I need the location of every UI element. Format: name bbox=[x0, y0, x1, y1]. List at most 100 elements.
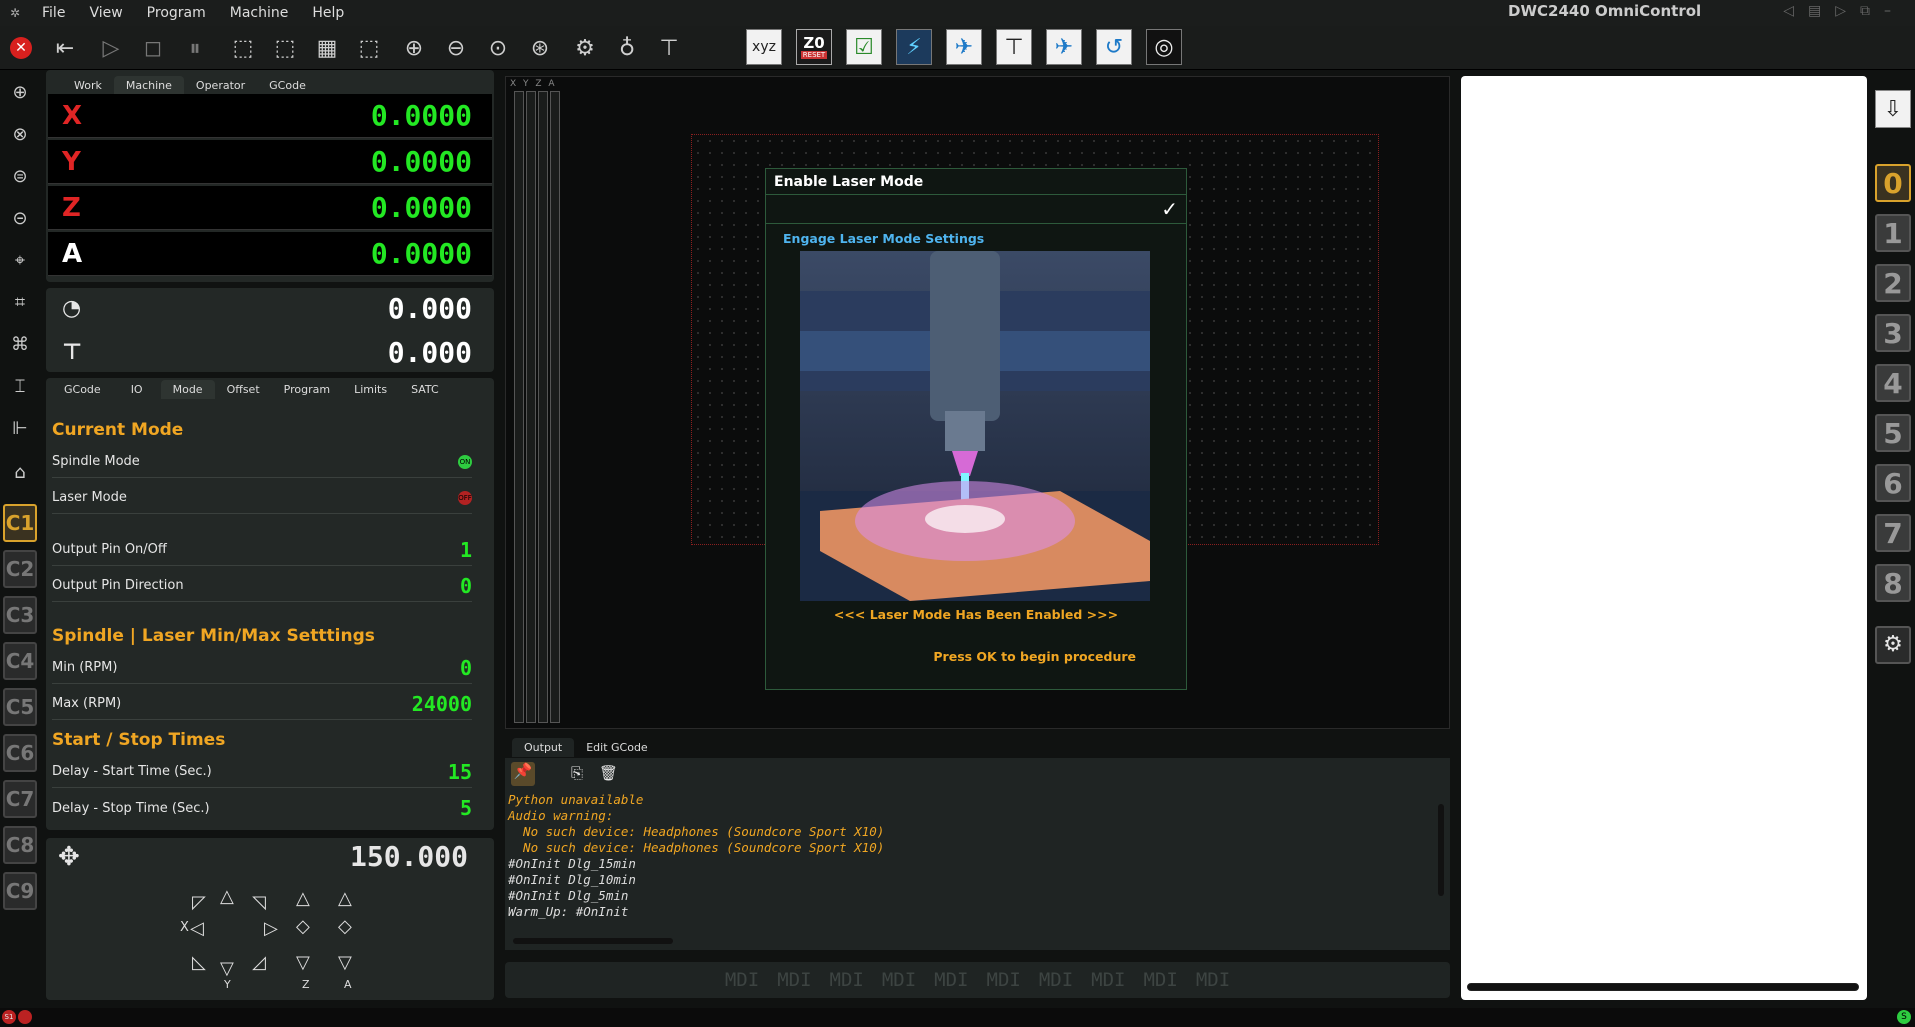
jog-z-diamond-button[interactable]: ◇ bbox=[296, 916, 310, 937]
tab-output[interactable]: Output bbox=[512, 738, 575, 757]
tab-satc[interactable]: SATC bbox=[399, 380, 451, 399]
goto-xy-button[interactable]: ⊗ bbox=[3, 116, 37, 152]
probe-xy-button[interactable]: ⌗ bbox=[3, 284, 37, 320]
custom-button-c8[interactable]: C8 bbox=[3, 826, 37, 864]
slot-button-7[interactable]: 7 bbox=[1875, 514, 1911, 552]
jog-step-value[interactable]: 150.000 bbox=[350, 840, 468, 873]
z0-reset-button[interactable]: Z0 RESET bbox=[796, 29, 832, 65]
pin-dir-value[interactable]: 0 bbox=[460, 574, 472, 598]
zoom-extents-button[interactable]: ⊛ bbox=[523, 31, 557, 65]
custom-button-c2[interactable]: C2 bbox=[3, 550, 37, 588]
back-icon[interactable]: ◁ bbox=[1783, 3, 1794, 19]
pin-onoff-value[interactable]: 1 bbox=[460, 538, 472, 562]
view-side-button[interactable]: ⬚ bbox=[352, 31, 386, 65]
g28-button[interactable]: ⊜ bbox=[3, 158, 37, 194]
slot-button-1[interactable]: 1 bbox=[1875, 214, 1911, 252]
view-top-button[interactable]: ▦ bbox=[310, 31, 344, 65]
custom-button-c7[interactable]: C7 bbox=[3, 780, 37, 818]
tab-machine[interactable]: Machine bbox=[113, 76, 184, 95]
slot-button-0[interactable]: 0 bbox=[1875, 164, 1911, 202]
load-button[interactable]: ⇩ bbox=[1875, 90, 1911, 128]
spindle-mode-led[interactable]: ON bbox=[458, 454, 472, 469]
custom-button-c3[interactable]: C3 bbox=[3, 596, 37, 634]
custom-button-c5[interactable]: C5 bbox=[3, 688, 37, 726]
jog-xy-ll-button[interactable]: ◺ bbox=[192, 952, 206, 973]
pin-button[interactable]: 📌 bbox=[511, 762, 535, 786]
axis-z-value[interactable]: 0.0000 bbox=[98, 191, 492, 224]
check-button[interactable]: ☑ bbox=[846, 29, 882, 65]
clear-button[interactable]: 🗑 bbox=[599, 764, 618, 782]
jog-y-plus-button[interactable]: △ bbox=[220, 886, 234, 907]
cycle-start-button[interactable]: ▷ bbox=[94, 31, 128, 65]
jog-xy-ul-button[interactable]: ◸ bbox=[192, 892, 206, 913]
zero-xyz-button[interactable]: xyz bbox=[746, 29, 782, 65]
tab-limits[interactable]: Limits bbox=[342, 380, 399, 399]
origin-button[interactable]: ⊕ bbox=[3, 74, 37, 110]
axis-x-value[interactable]: 0.0000 bbox=[98, 99, 492, 132]
tool-measure-button[interactable]: ⊩ bbox=[3, 410, 37, 446]
view-iso-button[interactable]: ⬚ bbox=[226, 31, 260, 65]
tab-offset[interactable]: Offset bbox=[215, 380, 272, 399]
reset-button[interactable]: ↺ bbox=[1096, 29, 1132, 65]
forward-icon[interactable]: ▷ bbox=[1835, 3, 1846, 19]
preview-scrollbar[interactable] bbox=[1467, 983, 1859, 991]
zoom-in-button[interactable]: ⊕ bbox=[397, 31, 431, 65]
jog-xy-ur-button[interactable]: ◹ bbox=[252, 892, 266, 913]
tab-program[interactable]: Program bbox=[272, 380, 342, 399]
jog-x-plus-button[interactable]: ▷ bbox=[264, 918, 278, 939]
menu-view[interactable]: View bbox=[77, 5, 134, 21]
probe-a-button[interactable]: ⌖ bbox=[3, 242, 37, 278]
menu-file[interactable]: File bbox=[30, 5, 77, 21]
tab-gcode[interactable]: GCode bbox=[257, 76, 318, 95]
laser-button[interactable]: ⚡ bbox=[896, 29, 932, 65]
g30-button[interactable]: ⊝ bbox=[3, 200, 37, 236]
axis-a-value[interactable]: 0.0000 bbox=[98, 237, 492, 270]
menu-program[interactable]: Program bbox=[135, 5, 218, 21]
jog-y-minus-button[interactable]: ▽ bbox=[220, 958, 234, 979]
nav-button[interactable]: ✈ bbox=[946, 29, 982, 65]
probe-button[interactable]: ♁ bbox=[610, 31, 644, 65]
list-icon[interactable]: ▤ bbox=[1808, 3, 1821, 19]
axis-y-value[interactable]: 0.0000 bbox=[98, 145, 492, 178]
output-hscrollbar[interactable] bbox=[513, 938, 673, 944]
jog-a-diamond-button[interactable]: ◇ bbox=[338, 916, 352, 937]
ok-check-button[interactable]: ✓ bbox=[1161, 197, 1178, 221]
menu-help[interactable]: Help bbox=[300, 5, 356, 21]
menu-machine[interactable]: Machine bbox=[218, 5, 301, 21]
tab-operator[interactable]: Operator bbox=[184, 76, 257, 95]
custom-button-c9[interactable]: C9 bbox=[3, 872, 37, 910]
slot-button-8[interactable]: 8 bbox=[1875, 564, 1911, 602]
min-rpm-value[interactable]: 0 bbox=[460, 656, 472, 680]
cycle-stop-button[interactable]: ◻ bbox=[136, 31, 170, 65]
jog-x-minus-button[interactable]: ◁ bbox=[190, 918, 204, 939]
slot-button-3[interactable]: 3 bbox=[1875, 314, 1911, 352]
tab-io[interactable]: IO bbox=[113, 380, 161, 399]
mdi-input[interactable]: MDI MDI MDI MDI MDI MDI MDI MDI MDI MDI bbox=[505, 962, 1450, 998]
laser-mode-led[interactable]: OFF bbox=[458, 490, 472, 505]
copy-button[interactable]: ⎘ bbox=[571, 764, 583, 782]
jog-xy-lr-button[interactable]: ◿ bbox=[252, 952, 266, 973]
custom-button-c1[interactable]: C1 bbox=[3, 504, 37, 542]
slot-button-5[interactable]: 5 bbox=[1875, 414, 1911, 452]
measure-button[interactable]: ⌶ bbox=[3, 368, 37, 404]
jog-z-plus-button[interactable]: △ bbox=[296, 888, 310, 909]
minimize-icon[interactable]: – bbox=[1884, 3, 1891, 19]
output-scrollbar[interactable] bbox=[1438, 804, 1444, 896]
custom-button-c6[interactable]: C6 bbox=[3, 734, 37, 772]
restore-icon[interactable]: ⧉ bbox=[1860, 3, 1870, 19]
jog-a-minus-button[interactable]: ▽ bbox=[338, 952, 352, 973]
view-front-button[interactable]: ⬚ bbox=[268, 31, 302, 65]
pause-button[interactable]: ⏸ bbox=[178, 31, 212, 65]
settings-button[interactable]: ⚙ bbox=[1875, 626, 1911, 664]
tab-mode[interactable]: Mode bbox=[160, 380, 215, 399]
tool-table-button[interactable]: ⊤ bbox=[996, 29, 1032, 65]
max-rpm-value[interactable]: 24000 bbox=[412, 692, 472, 716]
exit-button[interactable]: ⇤ bbox=[48, 31, 82, 65]
estop-button[interactable]: ✕ bbox=[4, 31, 38, 65]
slot-button-4[interactable]: 4 bbox=[1875, 364, 1911, 402]
home-button[interactable]: ✈ bbox=[1046, 29, 1082, 65]
slot-button-6[interactable]: 6 bbox=[1875, 464, 1911, 502]
home-all-button[interactable]: ⌂ bbox=[3, 454, 37, 490]
tab-work[interactable]: Work bbox=[62, 76, 114, 95]
tab-gcode[interactable]: GCode bbox=[52, 380, 113, 399]
